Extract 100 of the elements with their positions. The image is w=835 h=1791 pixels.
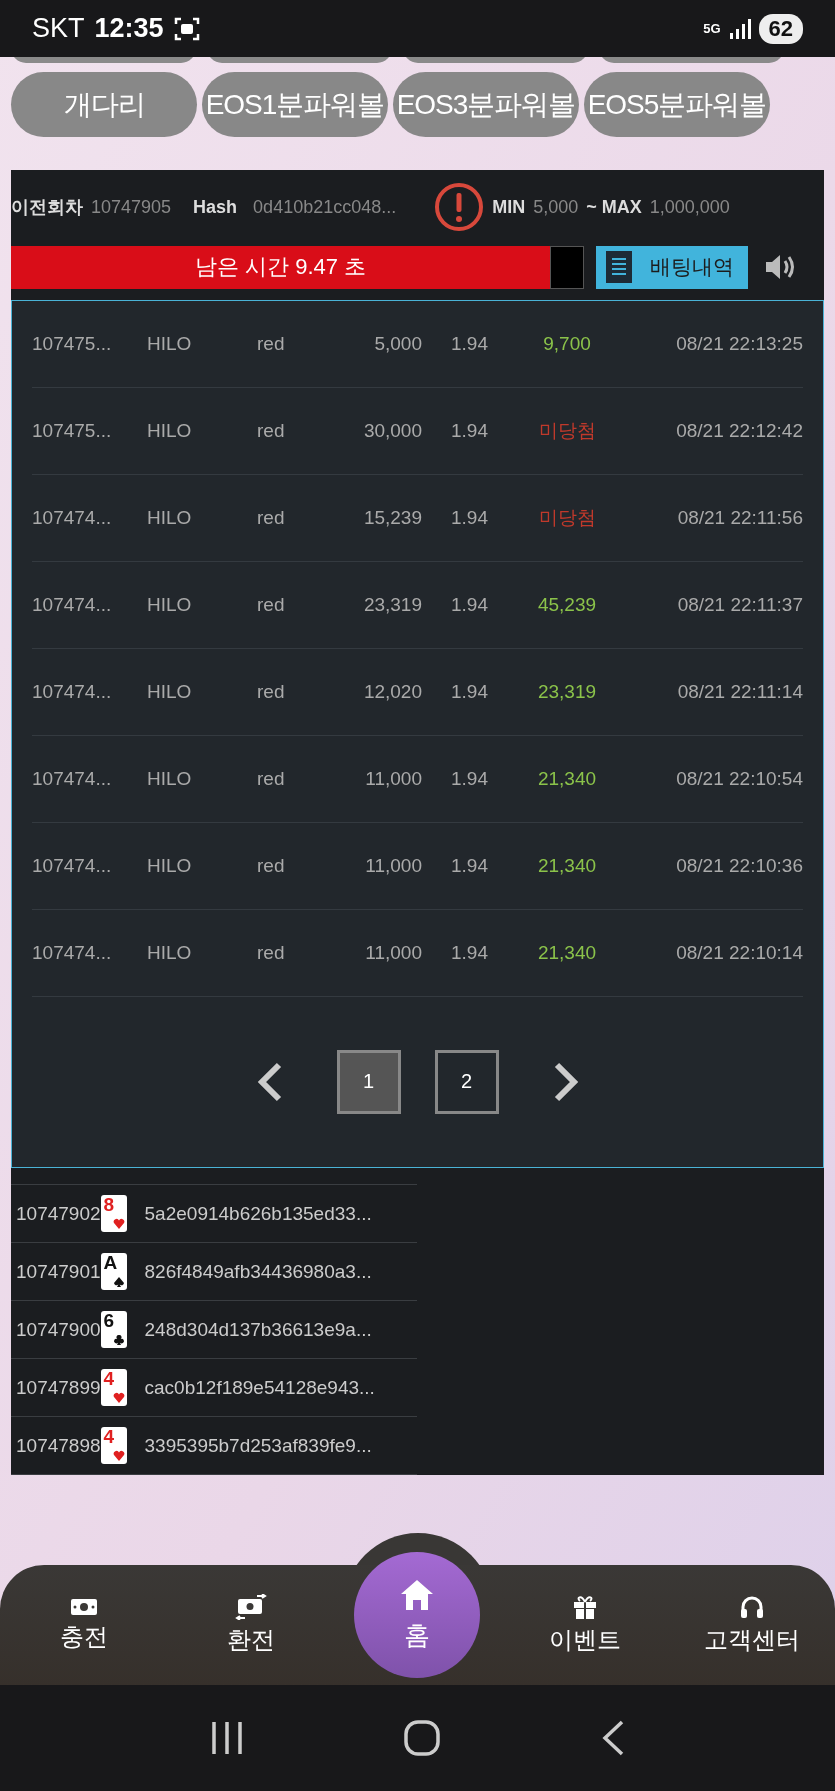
screenshot-icon [173, 16, 200, 41]
max-value: 1,000,000 [649, 196, 730, 218]
result-cell-text: 21,340 [536, 941, 598, 964]
odds-cell-text: 1.94 [450, 767, 489, 790]
amount-cell-text: 12,020 [362, 680, 422, 703]
odds-cell-text: 1.94 [450, 506, 489, 529]
hash-value: 3395395b7d253af839fe9... [144, 1434, 372, 1457]
result-cell-text: 21,340 [536, 767, 598, 790]
game-cell-text: HILO [147, 767, 193, 790]
game-cell-text: HILO [147, 854, 193, 877]
recent-apps-icon[interactable] [210, 1720, 245, 1756]
pick-cell-text: red [257, 506, 286, 529]
game-cell-text: HILO [147, 506, 193, 529]
page-button[interactable]: 1 [336, 1049, 401, 1114]
hash-label: Hash [193, 196, 238, 218]
chevron-left-icon[interactable] [256, 1061, 283, 1102]
time-cell-text: 08/21 22:11:56 [676, 506, 803, 529]
pick-cell-text: red [257, 419, 286, 442]
round-number: 10747902 [16, 1202, 101, 1225]
spade-suit-icon [112, 1276, 125, 1288]
pick-cell-text: red [257, 854, 286, 877]
network-type: 5G [703, 22, 721, 35]
amount-cell-text: 30,000 [362, 419, 422, 442]
carrier: SKT [32, 13, 85, 44]
playing-card: A [100, 1253, 127, 1290]
game-cell-text: HILO [147, 332, 193, 355]
round-cell-text: 107474... [32, 767, 113, 790]
heart-suit-icon [112, 1392, 125, 1404]
playing-card: 6 [100, 1311, 127, 1348]
headphones-icon [738, 1594, 765, 1620]
battery-level: 62 [758, 13, 803, 44]
time-cell-text: 08/21 22:10:36 [675, 854, 803, 877]
alert-icon[interactable] [434, 182, 485, 233]
odds-cell-text: 1.94 [450, 854, 489, 877]
round-cell-text: 107474... [32, 680, 113, 703]
odds-cell-text: 1.94 [450, 680, 489, 703]
time-cell-text: 08/21 22:12:42 [675, 419, 803, 442]
round-number: 10747900 [16, 1318, 101, 1341]
odds-cell-text: 1.94 [450, 941, 489, 964]
heart-suit-icon [112, 1450, 125, 1462]
result-cell-text: 23,319 [536, 680, 598, 703]
clock: 12:35 [94, 13, 164, 44]
category-button[interactable]: EOS1분파워볼 [202, 72, 388, 137]
game-cell-text: HILO [147, 593, 193, 616]
pick-cell-text: red [257, 332, 286, 355]
round-cell-text: 107474... [32, 941, 113, 964]
chevron-right-icon[interactable] [552, 1061, 579, 1102]
amount-cell-text: 5,000 [373, 332, 422, 355]
time-cell-text: 08/21 22:13:25 [675, 332, 803, 355]
odds-cell-text: 1.94 [450, 419, 489, 442]
prev-round-value: 10747905 [91, 196, 172, 218]
countdown-box [550, 245, 584, 289]
banknote-icon [69, 1597, 98, 1617]
nav-item[interactable]: 이벤트 [501, 1565, 668, 1685]
category-button[interactable]: EOS3분파워볼 [393, 72, 579, 137]
result-cell-text: 45,239 [536, 593, 598, 616]
nav-item[interactable]: 충전 [0, 1565, 167, 1685]
time-cell-text: 08/21 22:11:14 [676, 680, 803, 703]
round-number: 10747899 [16, 1376, 101, 1399]
nav-item[interactable]: 환전 [167, 1565, 334, 1685]
amount-cell-text: 23,319 [362, 593, 422, 616]
list-icon [606, 251, 632, 284]
category-button[interactable]: EOS5분파워볼 [584, 72, 770, 137]
round-cell-text: 107474... [32, 854, 113, 877]
hash-value: 826f4849afb34436980a3... [144, 1260, 372, 1283]
result-cell-text: 미당첨 [537, 505, 597, 530]
countdown-bar: 남은 시간 9.47 초 [11, 245, 550, 289]
playing-card: 4 [100, 1427, 127, 1464]
odds-cell-text: 1.94 [450, 593, 489, 616]
min-value: 5,000 [533, 196, 579, 218]
playing-card: 8 [100, 1195, 127, 1232]
game-cell-text: HILO [147, 419, 193, 442]
bet-history-button[interactable]: 배팅내역 [596, 245, 748, 289]
max-label: ~ MAX [586, 196, 642, 218]
amount-cell-text: 11,000 [364, 767, 422, 790]
nav-item[interactable]: 고객센터 [668, 1565, 835, 1685]
amount-cell-text: 11,000 [364, 854, 422, 877]
round-number: 10747898 [16, 1434, 101, 1457]
hash-value: 5a2e0914b626b135ed33... [144, 1202, 372, 1225]
amount-cell-text: 15,239 [362, 506, 422, 529]
odds-cell-text: 1.94 [450, 332, 489, 355]
home-icon [399, 1577, 435, 1612]
banknote-exchange-icon [234, 1594, 267, 1620]
time-cell-text: 08/21 22:10:54 [675, 767, 803, 790]
result-cell-text: 21,340 [536, 854, 598, 877]
category-button[interactable]: 개다리 [11, 72, 197, 137]
pick-cell-text: red [257, 767, 286, 790]
time-cell-text: 08/21 22:11:37 [676, 593, 803, 616]
gift-icon [571, 1594, 598, 1620]
prev-round-label: 이전회차 [11, 196, 83, 220]
time-cell-text: 08/21 22:10:14 [675, 941, 803, 964]
game-cell-text: HILO [147, 680, 193, 703]
min-label: MIN [492, 196, 526, 218]
round-cell-text: 107475... [32, 332, 113, 355]
pick-cell-text: red [257, 941, 286, 964]
game-cell-text: HILO [147, 941, 193, 964]
page-button[interactable]: 2 [434, 1049, 499, 1114]
back-icon[interactable] [600, 1720, 625, 1756]
pick-cell-text: red [257, 593, 286, 616]
round-number: 10747901 [16, 1260, 101, 1283]
